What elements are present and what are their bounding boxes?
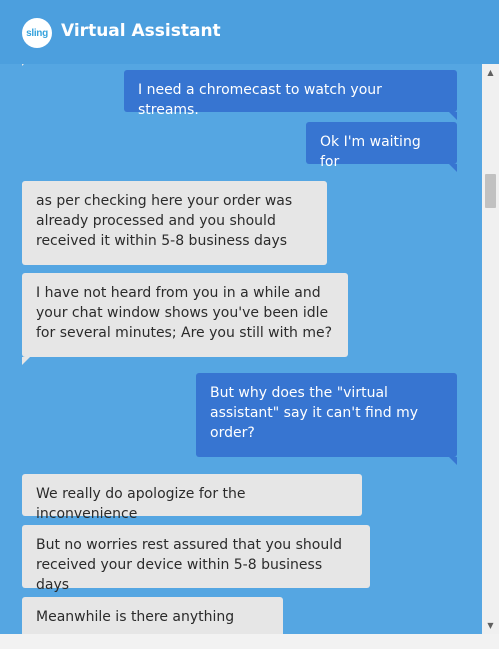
message-line: But no worries rest assured that you sho… [36, 537, 343, 553]
previous-message-tail [22, 64, 30, 66]
user-message: I need a chromecast to watch your stream… [124, 70, 457, 118]
bot-message: But no worries rest assured that you sho… [22, 525, 370, 593]
scroll-up-arrow-icon[interactable]: ▲ [482, 64, 499, 81]
chat-title: Virtual Assistant [61, 21, 221, 41]
message-line: your chat window shows you've been idle [36, 305, 329, 321]
chat-header: sling Virtual Assistant [0, 0, 499, 64]
bot-message: I have not heard from you in a while and… [22, 273, 348, 357]
bot-message: Meanwhile is there anything [22, 597, 283, 634]
sling-logo: sling [22, 18, 52, 48]
bot-message: as per checking here your order was alre… [22, 181, 327, 265]
logo-text: sling [26, 27, 48, 39]
message-line: received it within 5-8 business days [36, 233, 288, 249]
message-text: Meanwhile is there anything [36, 609, 235, 625]
message-line: order? [210, 425, 255, 441]
bubble-tail [22, 357, 30, 365]
bubble-tail [449, 457, 457, 465]
user-message: Ok I'm waiting for [306, 122, 457, 170]
bot-message: We really do apologize for the inconveni… [22, 474, 362, 522]
window-bottom-edge [0, 634, 499, 649]
message-line: But why does the "virtual [210, 385, 388, 401]
message-line: I have not heard from you in a while and [36, 285, 321, 301]
message-line: received your device within 5-8 business… [36, 557, 323, 593]
user-message: But why does the "virtual assistant" say… [196, 373, 457, 457]
scroll-thumb[interactable] [485, 174, 496, 208]
message-text: Ok I'm waiting for [320, 134, 421, 170]
bubble-tail [449, 164, 457, 172]
message-text: I need a chromecast to watch your stream… [138, 82, 382, 118]
message-line: as per checking here your order was [36, 193, 293, 209]
message-line: for several minutes; Are you still with … [36, 325, 333, 341]
bubble-tail [449, 112, 457, 120]
message-line: assistant" say it can't find my [210, 405, 418, 421]
chat-window: sling Virtual Assistant I need a chromec… [0, 0, 499, 649]
message-line: already processed and you should [36, 213, 276, 229]
message-list[interactable]: I need a chromecast to watch your stream… [0, 64, 482, 634]
chat-scrollbar[interactable]: ▲ ▼ [482, 64, 499, 634]
message-text: We really do apologize for the inconveni… [36, 486, 246, 522]
scroll-down-arrow-icon[interactable]: ▼ [482, 617, 499, 634]
